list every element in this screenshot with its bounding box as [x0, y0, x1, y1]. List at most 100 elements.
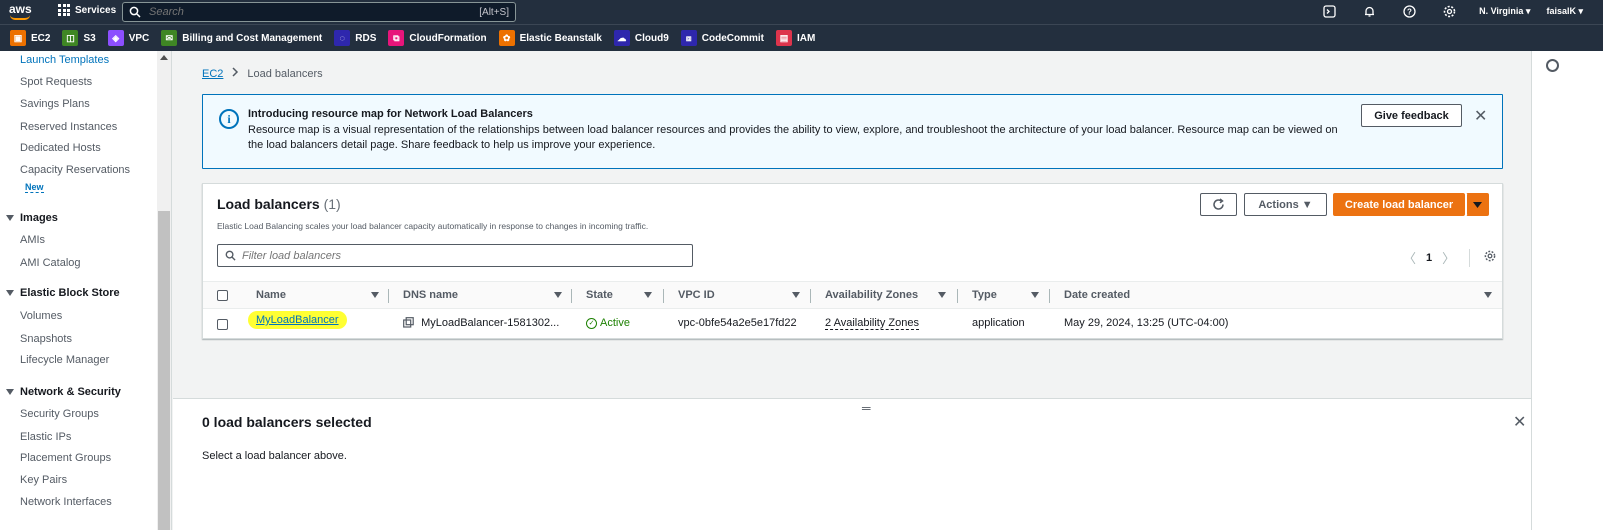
section-title: Images: [20, 212, 58, 224]
sort-icon[interactable]: [554, 292, 562, 298]
help-icon[interactable]: ?: [1402, 4, 1416, 18]
panel-title-text: Load balancers: [217, 196, 320, 212]
favorite-billing-and-cost-management[interactable]: ✉ Billing and Cost Management: [161, 30, 322, 46]
table-row[interactable]: MyLoadBalancer MyLoadBalancer-1581302...…: [203, 309, 1502, 338]
aws-logo[interactable]: aws: [9, 2, 33, 22]
sidebar-item-security-groups[interactable]: Security Groups: [20, 408, 99, 420]
give-feedback-button[interactable]: Give feedback: [1361, 104, 1462, 127]
favorite-vpc[interactable]: ◈ VPC: [107, 30, 149, 46]
close-icon[interactable]: ✕: [1513, 412, 1526, 432]
cloudshell-icon[interactable]: [1322, 4, 1336, 18]
favorite-elastic-beanstalk[interactable]: ✿ Elastic Beanstalk: [498, 30, 602, 46]
column-header-date[interactable]: Date created: [1064, 289, 1130, 301]
sidebar-item-lifecycle-manager[interactable]: Lifecycle Manager: [20, 354, 109, 366]
chevron-right-icon[interactable]: 〉: [1442, 248, 1455, 267]
refresh-button[interactable]: [1200, 193, 1237, 216]
sidebar-item-snapshots[interactable]: Snapshots: [20, 333, 72, 345]
create-load-balancer-button[interactable]: Create load balancer: [1333, 193, 1465, 216]
sort-icon[interactable]: [938, 292, 946, 298]
column-divider[interactable]: [1049, 289, 1050, 303]
divider: [1469, 248, 1471, 267]
sidebar-item-volumes[interactable]: Volumes: [20, 310, 62, 322]
column-divider[interactable]: [571, 289, 572, 303]
favorite-codecommit[interactable]: ⧈ CodeCommit: [680, 30, 764, 46]
sort-icon[interactable]: [1031, 292, 1039, 298]
sidebar-item-ami-catalog[interactable]: AMI Catalog: [20, 257, 81, 269]
state-text: Active: [600, 317, 630, 329]
column-header-dns[interactable]: DNS name: [403, 289, 458, 301]
chevron-left-icon[interactable]: 〈: [1403, 248, 1416, 267]
sort-icon[interactable]: [792, 292, 800, 298]
gear-icon[interactable]: [1442, 4, 1456, 18]
search-box[interactable]: [Alt+S]: [122, 2, 516, 22]
search-icon: [129, 6, 141, 18]
info-panel-icon[interactable]: [1546, 59, 1559, 72]
column-header-vpc[interactable]: VPC ID: [678, 289, 715, 301]
column-header-az[interactable]: Availability Zones: [825, 289, 918, 301]
favorite-cloud9[interactable]: ☁ Cloud9: [613, 30, 669, 46]
filter-input[interactable]: [242, 249, 692, 262]
bell-icon[interactable]: [1362, 4, 1376, 18]
column-header-name[interactable]: Name: [256, 289, 286, 301]
actions-button[interactable]: Actions ▼: [1244, 193, 1327, 216]
create-dropdown-button[interactable]: [1466, 193, 1489, 216]
favorite-cloudformation[interactable]: ⧉ CloudFormation: [388, 30, 487, 46]
sidebar-item-savings-plans[interactable]: Savings Plans: [20, 98, 90, 110]
sidebar-item-spot-requests[interactable]: Spot Requests: [20, 76, 92, 88]
sidebar-item-network-interfaces[interactable]: Network Interfaces: [20, 496, 112, 508]
top-navigation: aws Services [Alt+S] ? N. Virginia ▾ fai…: [0, 0, 1603, 24]
sidebar-item-elastic-ips[interactable]: Elastic IPs: [20, 431, 71, 443]
favorite-iam[interactable]: ▤ IAM: [776, 30, 815, 46]
column-header-type[interactable]: Type: [972, 289, 997, 301]
section-title: Elastic Block Store: [20, 287, 120, 299]
account-menu[interactable]: faisalK ▾: [1546, 6, 1583, 17]
scroll-up-icon[interactable]: [160, 55, 168, 60]
sort-icon[interactable]: [1484, 292, 1492, 298]
close-icon[interactable]: ✕: [1474, 106, 1487, 126]
favorites-bar: ▣ EC2 ◫ S3 ◈ VPC ✉ Billing and Cost Management ◌…: [0, 24, 1603, 51]
select-all-checkbox[interactable]: [217, 290, 228, 301]
filter-box[interactable]: [217, 244, 693, 267]
availability-zones-popover[interactable]: 2 Availability Zones: [825, 317, 919, 330]
load-balancer-name-text[interactable]: MyLoadBalancer: [248, 311, 347, 329]
grid-icon: [58, 4, 70, 16]
row-checkbox[interactable]: [217, 319, 228, 330]
page-number[interactable]: 1: [1426, 252, 1432, 264]
sidebar-item-key-pairs[interactable]: Key Pairs: [20, 474, 67, 486]
sidebar-scrollbar[interactable]: [157, 51, 171, 530]
favorite-s3[interactable]: ◫ S3: [62, 30, 96, 46]
column-divider[interactable]: [957, 289, 958, 303]
panel-count: (1): [323, 196, 341, 212]
sidebar-section-network[interactable]: Network & Security: [6, 386, 121, 398]
sidebar-item-launch-templates[interactable]: Launch Templates: [20, 54, 109, 66]
column-divider[interactable]: [810, 289, 811, 303]
favorite-label: Billing and Cost Management: [182, 32, 323, 44]
favorite-label: CloudFormation: [409, 32, 487, 44]
table-settings-icon[interactable]: [1484, 250, 1496, 265]
sort-icon[interactable]: [644, 292, 652, 298]
region-selector[interactable]: N. Virginia ▾: [1479, 6, 1530, 17]
favorite-label: EC2: [31, 32, 51, 44]
column-divider[interactable]: [388, 289, 389, 303]
scrollbar-thumb[interactable]: [158, 211, 170, 530]
column-header-state[interactable]: State: [586, 289, 613, 301]
load-balancer-name-link[interactable]: MyLoadBalancer: [248, 311, 347, 329]
sidebar-section-images[interactable]: Images: [6, 212, 58, 224]
column-divider[interactable]: [663, 289, 664, 303]
search-shortcut: [Alt+S]: [479, 6, 509, 18]
favorite-ec2[interactable]: ▣ EC2: [10, 30, 50, 46]
copy-icon[interactable]: [403, 317, 414, 329]
resize-handle-icon[interactable]: ═: [862, 401, 870, 415]
sidebar-item-capacity-reservations[interactable]: Capacity Reservations: [20, 164, 130, 176]
breadcrumb-ec2-link[interactable]: EC2: [202, 68, 223, 80]
sidebar-section-ebs[interactable]: Elastic Block Store: [6, 287, 120, 299]
sidebar-item-dedicated-hosts[interactable]: Dedicated Hosts: [20, 142, 101, 154]
sidebar-item-reserved-instances[interactable]: Reserved Instances: [20, 121, 117, 133]
sort-icon[interactable]: [371, 292, 379, 298]
sidebar-item-amis[interactable]: AMIs: [20, 234, 45, 246]
favorite-rds[interactable]: ◌ RDS: [334, 30, 376, 46]
sidebar-item-placement-groups[interactable]: Placement Groups: [20, 452, 111, 464]
services-menu-button[interactable]: Services: [58, 4, 116, 16]
search-input[interactable]: [149, 6, 480, 18]
split-panel-title: 0 load balancers selected: [202, 414, 372, 430]
